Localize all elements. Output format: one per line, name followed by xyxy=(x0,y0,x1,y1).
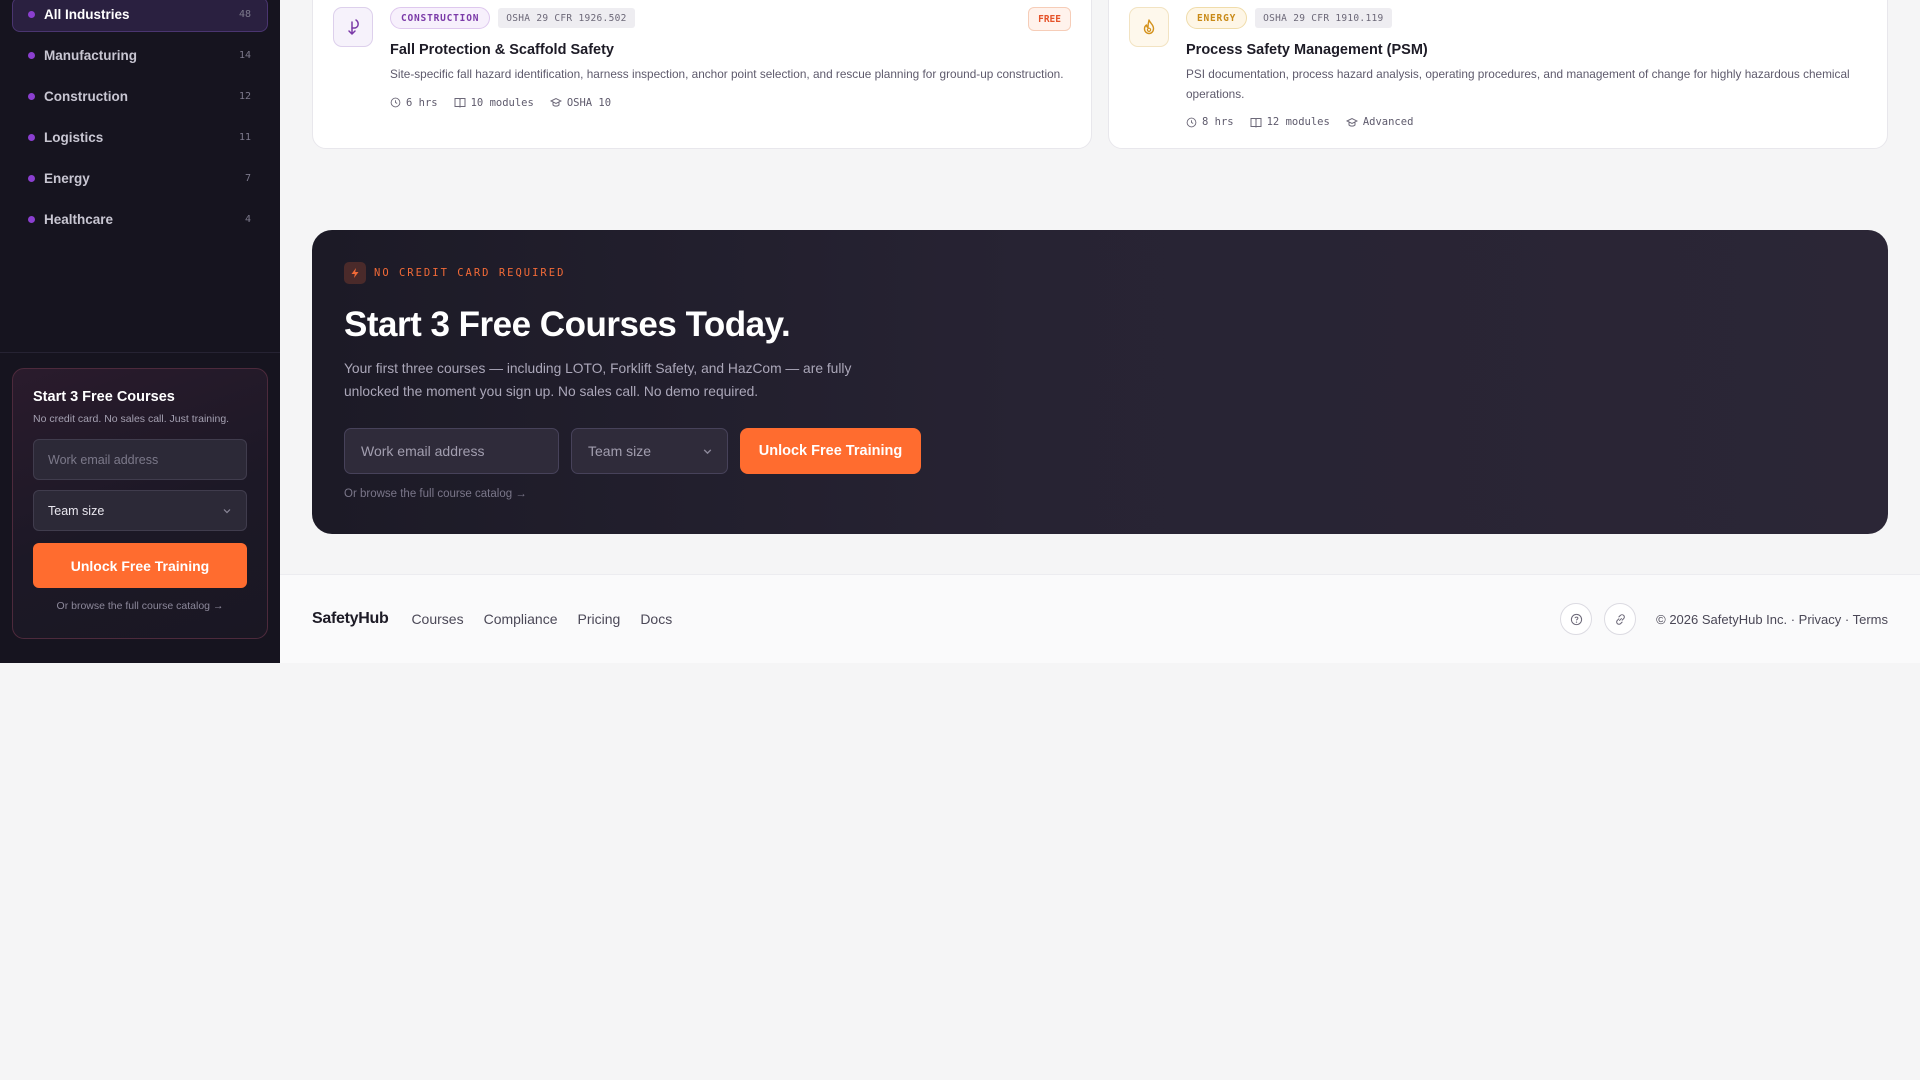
industry-dot xyxy=(28,174,35,182)
sidebar-promo-card: Start 3 Free Courses No credit card. No … xyxy=(12,368,268,639)
modules-value: 12 modules xyxy=(1266,116,1330,128)
industry-count: 12 xyxy=(238,90,251,102)
promo-team-size-value: Team size xyxy=(48,503,105,518)
footer-link-pricing[interactable]: Pricing xyxy=(578,611,621,627)
industry-filter-list: All Industries 48 Manufacturing 14 Const… xyxy=(0,0,280,236)
course-title[interactable]: Fall Protection & Scaffold Safety xyxy=(390,42,1071,58)
industry-dot xyxy=(28,215,35,223)
graduation-cap-icon xyxy=(1345,117,1358,127)
course-description: Site-specific fall hazard identification… xyxy=(390,67,1064,81)
industry-dot xyxy=(28,92,35,100)
industry-label: Construction xyxy=(44,88,128,104)
level-meta: OSHA 10 xyxy=(549,96,612,109)
course-card[interactable]: CONSTRUCTION OSHA 29 CFR 1926.502 FREE F… xyxy=(312,0,1092,149)
level-meta: Advanced xyxy=(1345,116,1414,128)
category-tag: CONSTRUCTION xyxy=(390,7,491,29)
industry-item-manufacturing[interactable]: Manufacturing 14 xyxy=(12,38,268,72)
category-tag: ENERGY xyxy=(1186,7,1248,29)
footer-nav: Courses Compliance Pricing Docs xyxy=(411,611,672,627)
clock-icon xyxy=(1186,117,1197,127)
regulation-tag: OSHA 29 CFR 1926.502 xyxy=(498,8,635,28)
industry-label: All Industries xyxy=(44,7,130,22)
link-button[interactable] xyxy=(1604,603,1637,635)
industry-count: 11 xyxy=(238,131,251,143)
course-meta: 8 hrs 12 modules Advanced xyxy=(1186,116,1867,128)
course-description: PSI documentation, process hazard analys… xyxy=(1186,67,1850,101)
help-circle-icon xyxy=(1570,613,1582,625)
book-icon xyxy=(454,98,466,108)
link-icon xyxy=(1615,613,1625,625)
regulation-tag: OSHA 29 CFR 1910.119 xyxy=(1255,8,1392,28)
industry-item-construction[interactable]: Construction 12 xyxy=(12,79,268,113)
duration-value: 8 hrs xyxy=(1202,116,1234,128)
industry-item-logistics[interactable]: Logistics 11 xyxy=(12,120,268,154)
cta-title: Start 3 Free Courses Today. xyxy=(344,305,791,344)
industry-label: Manufacturing xyxy=(44,47,137,63)
promo-email-input[interactable]: Work email address xyxy=(33,439,247,480)
footer-link-courses[interactable]: Courses xyxy=(411,611,463,627)
cta-form: Work email address Team size Unlock Free… xyxy=(344,428,1856,474)
sidebar-divider xyxy=(0,352,280,353)
industry-count: 48 xyxy=(238,9,251,20)
cta-browse-link[interactable]: Or browse the full course catalog → xyxy=(344,488,1856,500)
footer-right: © 2026 SafetyHub Inc. · Privacy · Terms xyxy=(1560,603,1888,635)
industry-item-all[interactable]: All Industries 48 xyxy=(12,0,268,32)
footer-link-compliance[interactable]: Compliance xyxy=(484,611,558,627)
promo-unlock-button[interactable]: Unlock Free Training xyxy=(33,543,247,588)
promo-title: Start 3 Free Courses xyxy=(33,389,175,405)
duration-meta: 8 hrs xyxy=(1186,116,1234,128)
industry-label: Logistics xyxy=(44,129,104,145)
cta-unlock-button[interactable]: Unlock Free Training xyxy=(740,428,921,474)
industry-dot xyxy=(28,51,35,59)
duration-meta: 6 hrs xyxy=(390,97,438,109)
modules-meta: 12 modules xyxy=(1250,116,1330,128)
industry-count: 14 xyxy=(238,49,251,61)
clock-icon xyxy=(390,97,401,108)
cta-badge-text: NO CREDIT CARD REQUIRED xyxy=(374,267,566,279)
promo-team-size-select[interactable]: Team size xyxy=(33,490,247,531)
chevron-down-icon xyxy=(703,448,712,454)
course-card[interactable]: ENERGY OSHA 29 CFR 1910.119 Process Safe… xyxy=(1108,0,1888,149)
footer-link-docs[interactable]: Docs xyxy=(640,611,672,627)
level-value: Advanced xyxy=(1362,116,1414,128)
level-value: OSHA 10 xyxy=(566,96,612,109)
modules-value: 10 modules xyxy=(470,96,534,109)
industry-dot xyxy=(28,133,35,141)
cta-badge: NO CREDIT CARD REQUIRED xyxy=(344,262,1856,284)
industry-label: Healthcare xyxy=(44,211,114,227)
footer: SafetyHub Courses Compliance Pricing Doc… xyxy=(280,574,1920,663)
industry-count: 4 xyxy=(244,213,251,225)
course-title[interactable]: Process Safety Management (PSM) xyxy=(1186,42,1867,58)
sidebar: All Industries 48 Manufacturing 14 Const… xyxy=(0,0,280,663)
promo-browse-link[interactable]: Or browse the full course catalog → xyxy=(33,600,247,612)
fall-arrow-icon xyxy=(333,7,373,47)
cta-banner: NO CREDIT CARD REQUIRED Start 3 Free Cou… xyxy=(312,230,1888,534)
help-button[interactable] xyxy=(1560,603,1593,635)
chevron-down-icon xyxy=(223,508,231,513)
cta-description: Your first three courses — including LOT… xyxy=(344,361,852,399)
course-meta: 6 hrs 10 modules OSHA 10 xyxy=(390,97,1071,109)
cta-team-size-select[interactable]: Team size xyxy=(571,428,728,474)
industry-item-energy[interactable]: Energy 7 xyxy=(12,161,268,195)
duration-value: 6 hrs xyxy=(406,96,438,109)
industry-label: Energy xyxy=(44,170,90,186)
footer-copyright: © 2026 SafetyHub Inc. · Privacy · Terms xyxy=(1656,611,1888,627)
book-icon xyxy=(1250,117,1262,128)
industry-dot xyxy=(28,11,35,18)
promo-subtitle: No credit card. No sales call. Just trai… xyxy=(33,413,230,425)
flame-icon xyxy=(1129,7,1169,47)
industry-count: 7 xyxy=(244,172,251,184)
modules-meta: 10 modules xyxy=(454,97,534,109)
cta-team-size-value: Team size xyxy=(588,443,652,459)
free-badge: FREE xyxy=(1028,7,1071,31)
industry-item-healthcare[interactable]: Healthcare 4 xyxy=(12,202,268,236)
graduation-cap-icon xyxy=(549,97,562,107)
footer-logo[interactable]: SafetyHub xyxy=(312,610,389,628)
cta-email-input[interactable]: Work email address xyxy=(344,428,559,474)
lightning-icon xyxy=(344,262,366,284)
